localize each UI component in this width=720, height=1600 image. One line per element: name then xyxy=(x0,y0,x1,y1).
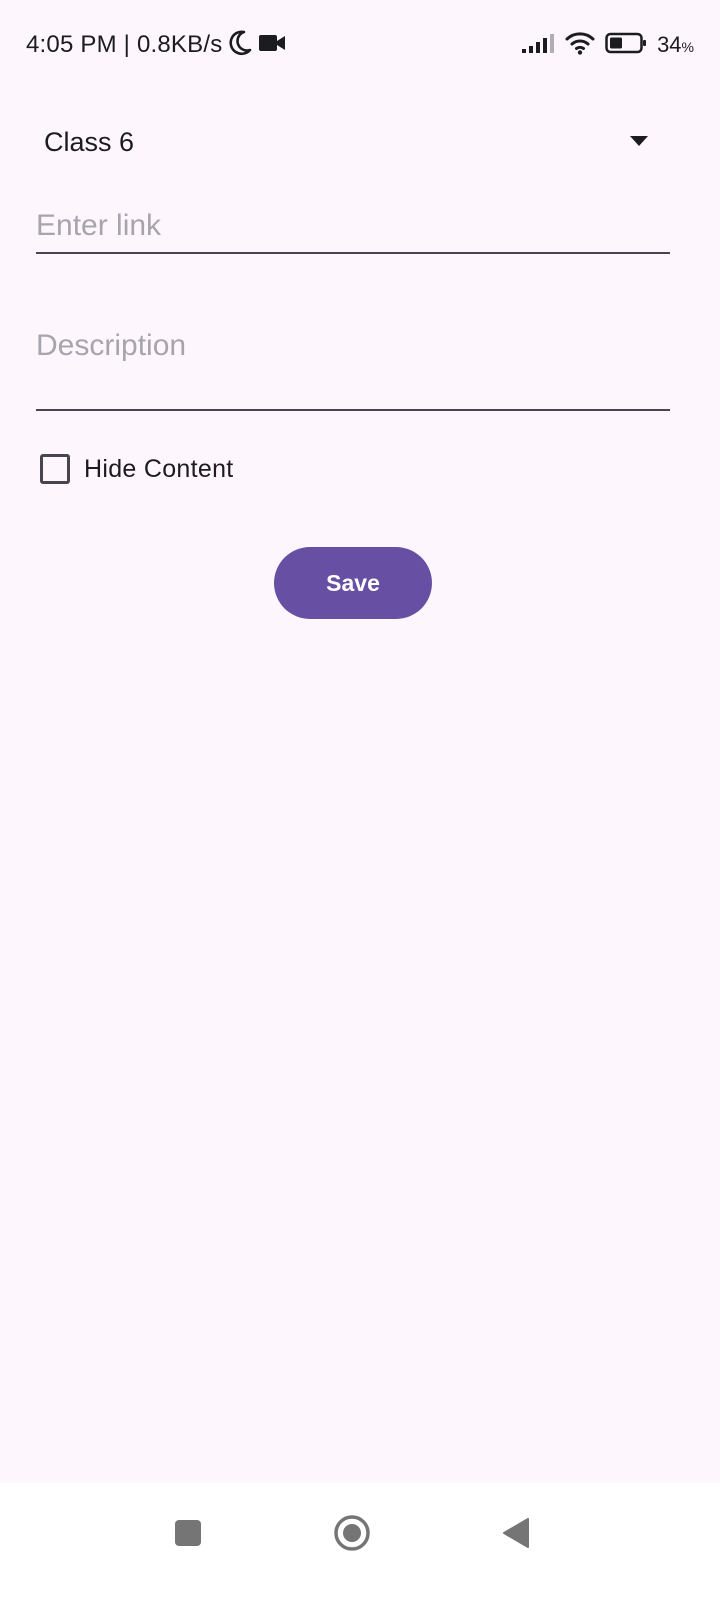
status-bar: 4:05 PM | 0.8KB/s 34% xyxy=(0,0,720,90)
signal-icon xyxy=(521,32,555,59)
back-button[interactable] xyxy=(484,1503,548,1567)
status-right: 34% xyxy=(521,28,694,62)
battery-level: 34% xyxy=(657,32,694,58)
recents-button[interactable] xyxy=(156,1503,220,1567)
home-circle-icon xyxy=(333,1514,371,1557)
save-button[interactable]: Save xyxy=(274,547,432,619)
link-input[interactable] xyxy=(36,196,670,254)
home-button[interactable] xyxy=(320,1503,384,1567)
battery-icon xyxy=(605,32,647,59)
dropdown-arrow-icon xyxy=(630,133,648,151)
navigation-bar xyxy=(0,1483,720,1600)
class-dropdown-value: Class 6 xyxy=(44,126,135,157)
status-left: 4:05 PM | 0.8KB/s xyxy=(26,28,286,62)
back-triangle-icon xyxy=(502,1517,530,1553)
battery-percent: 34 xyxy=(657,32,682,57)
battery-unit: % xyxy=(681,39,694,55)
hide-content-row[interactable]: Hide Content xyxy=(40,450,234,488)
status-time: 4:05 PM | 0.8KB/s xyxy=(26,31,223,58)
hide-content-label: Hide Content xyxy=(84,454,234,483)
wifi-icon xyxy=(565,31,595,60)
video-camera-icon xyxy=(258,33,286,58)
moon-icon xyxy=(228,29,252,61)
class-dropdown[interactable]: Class 6 xyxy=(36,110,670,174)
description-input[interactable] xyxy=(36,314,670,411)
recents-square-icon xyxy=(174,1519,202,1552)
hide-content-checkbox[interactable] xyxy=(40,454,70,484)
